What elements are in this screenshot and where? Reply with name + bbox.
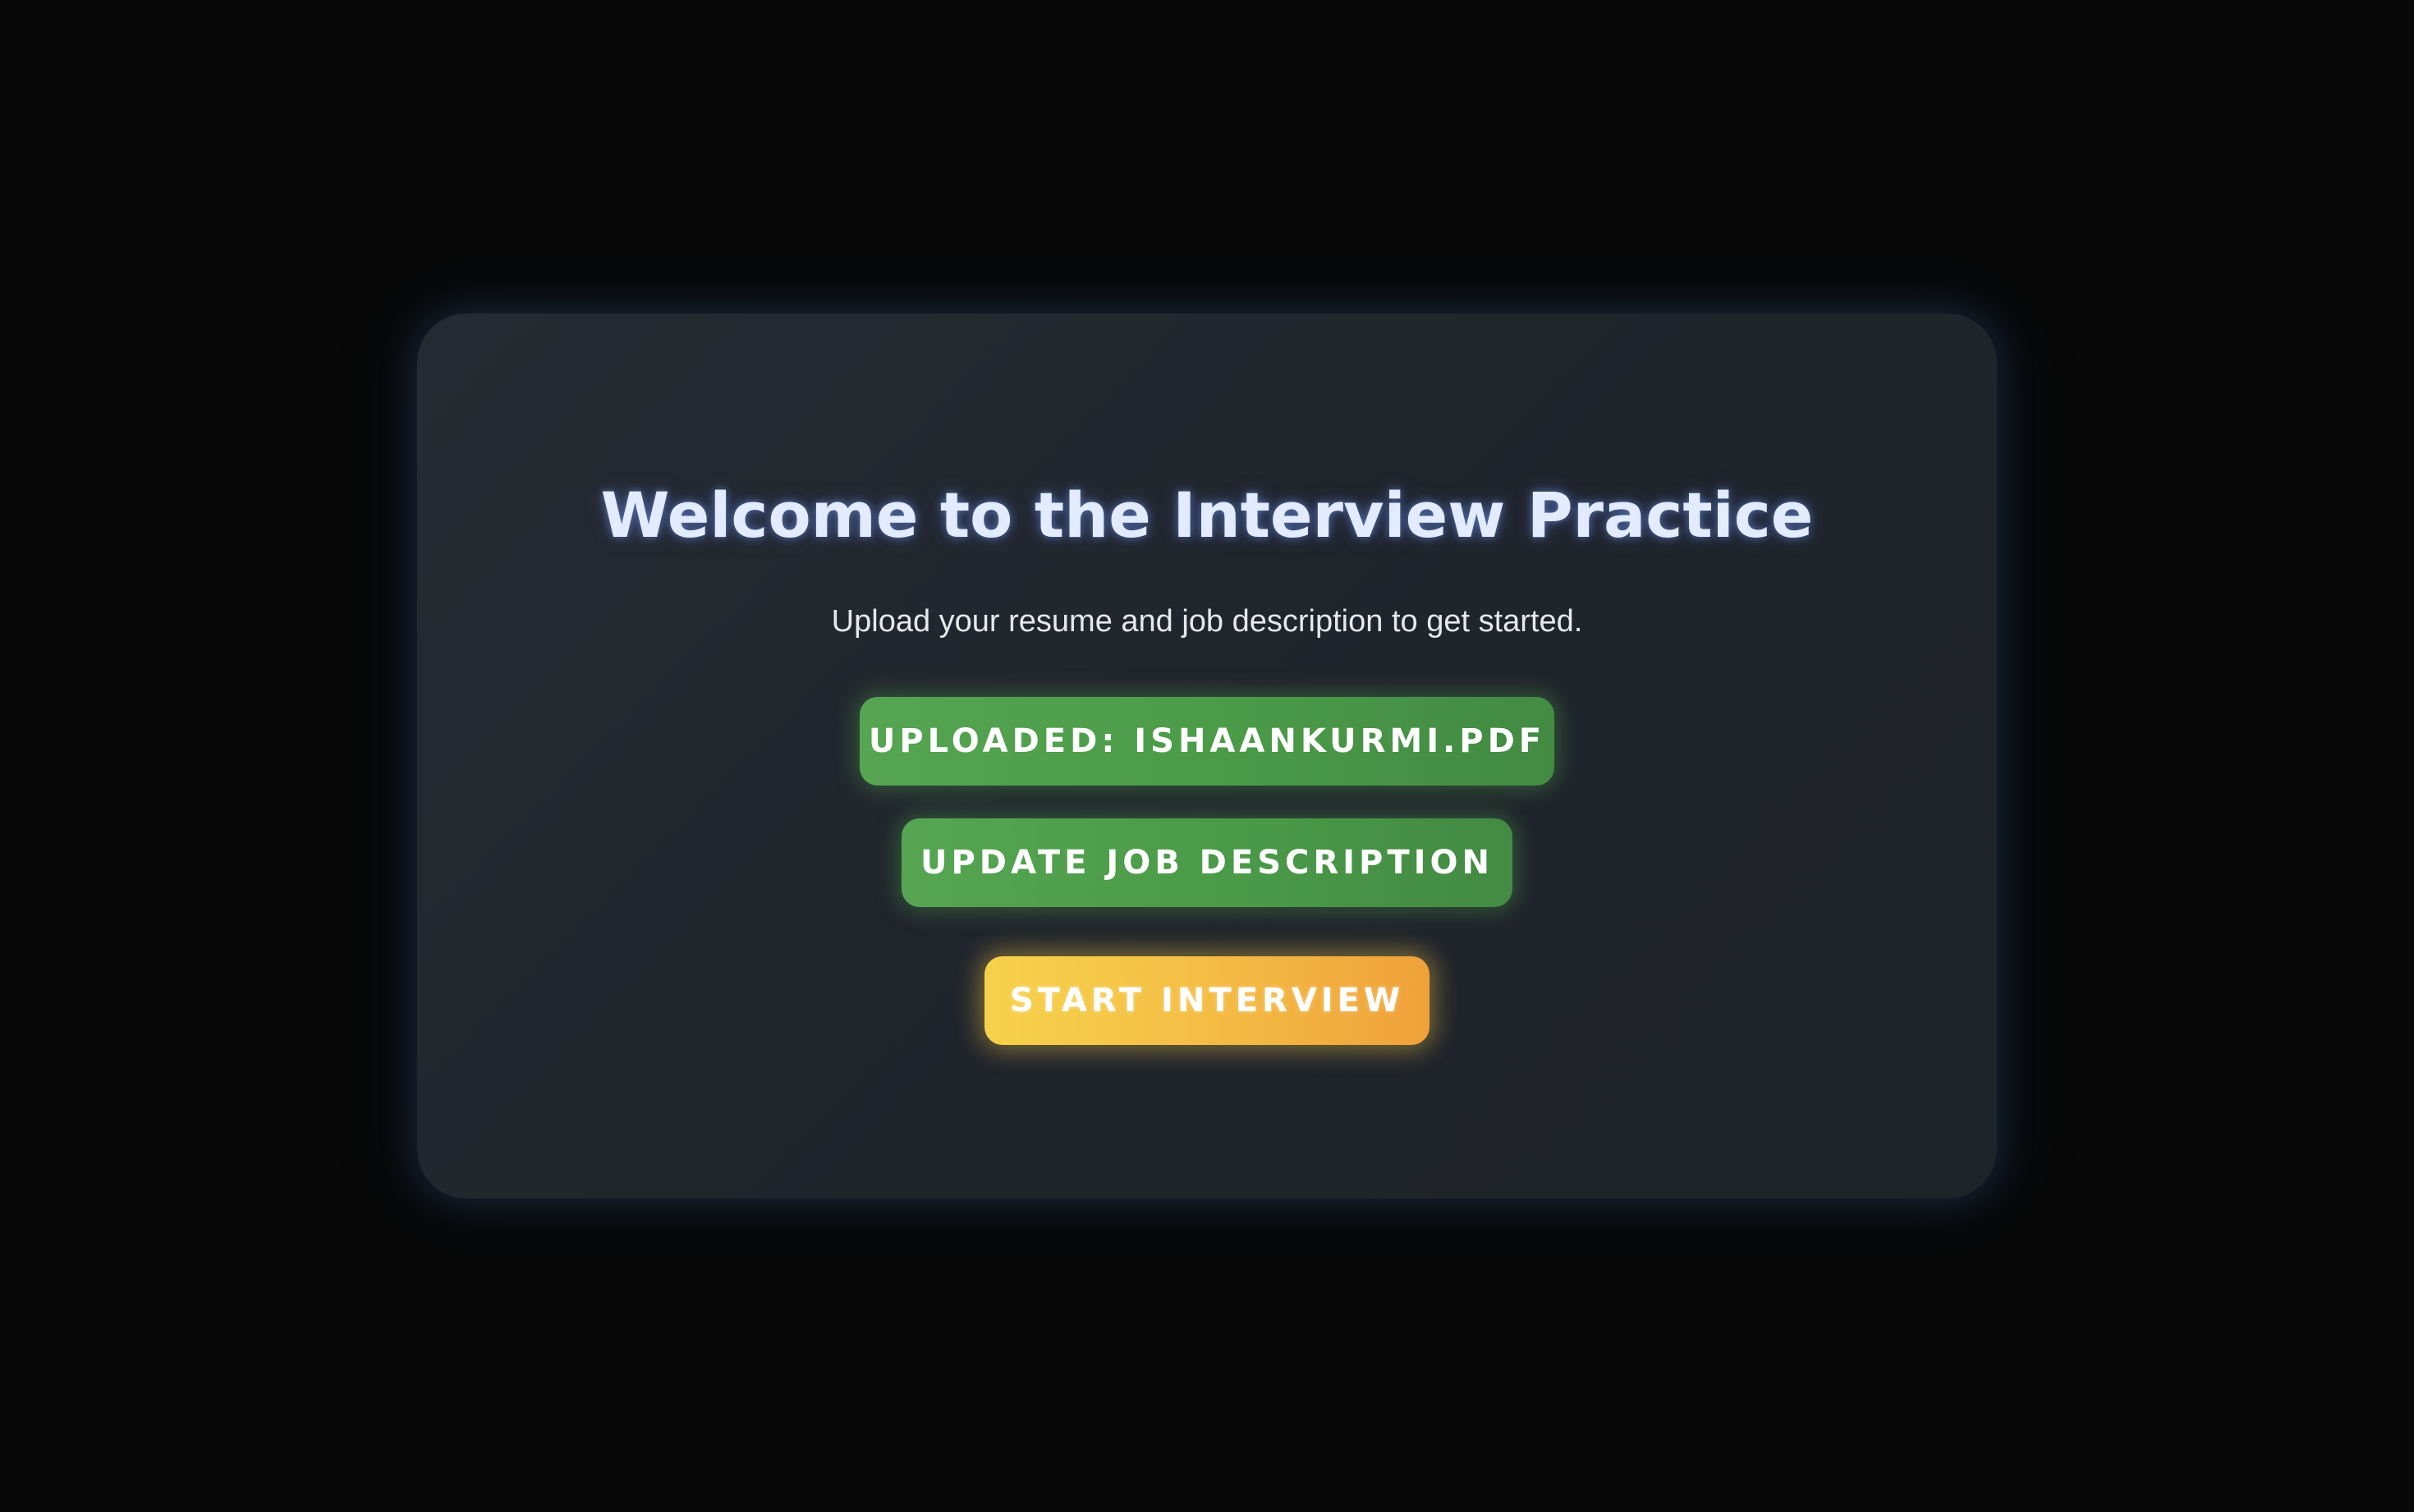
page-background: Welcome to the Interview Practice Upload… <box>0 0 2414 1512</box>
page-title: Welcome to the Interview Practice <box>600 479 1814 552</box>
update-job-description-button[interactable]: UPDATE JOB DESCRIPTION <box>902 818 1512 907</box>
page-subtitle: Upload your resume and job description t… <box>831 604 1583 639</box>
start-interview-button[interactable]: START INTERVIEW <box>984 956 1430 1045</box>
welcome-card: Welcome to the Interview Practice Upload… <box>417 314 1997 1198</box>
uploaded-resume-button[interactable]: UPLOADED: ISHAANKURMI.PDF <box>860 697 1554 786</box>
